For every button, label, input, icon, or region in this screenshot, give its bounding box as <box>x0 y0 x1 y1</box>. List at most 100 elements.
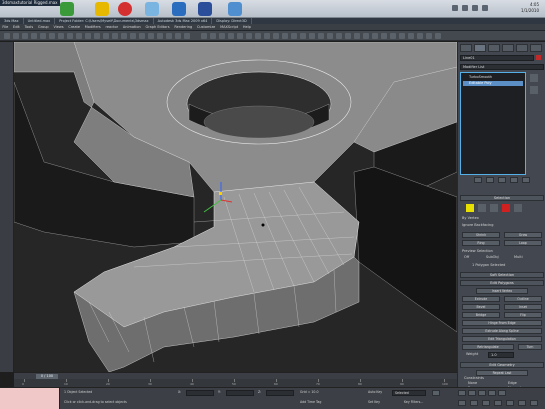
vertex-mode-icon[interactable] <box>466 204 474 212</box>
go-to-start-icon[interactable] <box>458 390 466 396</box>
zoom-all-icon[interactable] <box>470 400 478 406</box>
tray-network-icon[interactable] <box>452 5 458 11</box>
explorer-icon[interactable] <box>228 2 242 16</box>
hinge-from-edge-button[interactable]: Hinge From Edge <box>462 320 542 326</box>
toolbar-button[interactable] <box>31 33 37 39</box>
weight-spinner[interactable]: 1.0 <box>488 352 514 358</box>
toolbar-button[interactable] <box>399 33 405 39</box>
toolbar-button[interactable] <box>49 33 55 39</box>
media-icon[interactable] <box>172 2 186 16</box>
perspective-viewport[interactable] <box>14 42 457 372</box>
z-coordinate-field[interactable] <box>266 390 294 396</box>
trackbar[interactable]: 0 10 20 30 40 50 60 70 80 90 100 <box>14 379 457 387</box>
turn-button[interactable]: Turn <box>518 344 542 350</box>
object-color-swatch[interactable] <box>536 55 541 60</box>
zoom-icon[interactable] <box>458 400 466 406</box>
toolbar-button[interactable] <box>148 33 154 39</box>
loop-button[interactable]: Loop <box>504 240 542 246</box>
extrude-button[interactable]: Extrude <box>462 296 500 302</box>
auto-key-button[interactable]: Auto Key <box>368 390 382 395</box>
preview-subobj-radio[interactable]: SubObj <box>486 255 499 260</box>
tab-hierarchy[interactable] <box>488 44 500 52</box>
fov-icon[interactable] <box>494 400 502 406</box>
menu-item-modifiers[interactable]: Modifiers <box>82 24 103 30</box>
maximize-viewport-icon[interactable] <box>530 400 538 406</box>
tray-power-icon[interactable] <box>482 5 488 11</box>
toolbar-button[interactable] <box>228 33 234 39</box>
preview-multi-radio[interactable]: Multi <box>514 255 523 260</box>
toolbar-button[interactable] <box>67 33 73 39</box>
ring-button[interactable]: Ring <box>462 240 500 246</box>
menu-item-group[interactable]: Group <box>36 24 51 30</box>
pin-stack-icon[interactable] <box>530 74 538 82</box>
edge-mode-icon[interactable] <box>478 204 486 212</box>
toolbar-button[interactable] <box>237 33 243 39</box>
polygon-mode-icon[interactable] <box>502 204 510 212</box>
toolbar-button[interactable] <box>85 33 91 39</box>
preview-off-radio[interactable]: Off <box>464 255 469 260</box>
toolbar-button[interactable] <box>363 33 369 39</box>
bevel-button[interactable]: Bevel <box>462 304 500 310</box>
selected-dropdown[interactable]: Selected <box>392 390 426 396</box>
flip-button[interactable]: Flip <box>504 312 542 318</box>
rollout-selection[interactable]: Selection <box>460 195 544 201</box>
time-slider[interactable]: 0 / 100 <box>14 372 457 379</box>
toolbar-button[interactable] <box>210 33 216 39</box>
retriangulate-button[interactable]: Retriangulate <box>462 344 514 350</box>
toolbar-button[interactable] <box>112 33 118 39</box>
toolbar-button[interactable] <box>300 33 306 39</box>
show-end-result-icon[interactable] <box>530 86 538 94</box>
by-vertex-label[interactable]: By Vertex <box>462 216 479 221</box>
toolbar-button[interactable] <box>139 33 145 39</box>
toolbar-button[interactable] <box>103 33 109 39</box>
rollout-soft-selection[interactable]: Soft Selection <box>460 272 544 278</box>
toolbar-button[interactable] <box>327 33 333 39</box>
menu-item-customize[interactable]: Customize <box>195 24 218 30</box>
go-to-end-icon[interactable] <box>498 390 506 396</box>
app-icon[interactable] <box>60 2 74 16</box>
toolbar-button[interactable] <box>417 33 423 39</box>
orbit-icon[interactable] <box>518 400 526 406</box>
menu-item-graph-editors[interactable]: Graph Editors <box>143 24 172 30</box>
toolbar-button[interactable] <box>130 33 136 39</box>
zoom-extents-icon[interactable] <box>482 400 490 406</box>
insert-vertex-button[interactable]: Insert Vertex <box>476 288 528 294</box>
toolbar-button[interactable] <box>345 33 351 39</box>
tab-motion[interactable] <box>502 44 514 52</box>
toolbar-button[interactable] <box>381 33 387 39</box>
toolbar-button[interactable] <box>309 33 315 39</box>
pan-icon[interactable] <box>506 400 514 406</box>
menu-item-maxscript[interactable]: MAXScript <box>218 24 241 30</box>
toolbar-button[interactable] <box>408 33 414 39</box>
toolbar-button[interactable] <box>291 33 297 39</box>
skype-icon[interactable] <box>145 2 159 16</box>
rollout-edit-polygons[interactable]: Edit Polygons <box>460 280 544 286</box>
next-frame-icon[interactable] <box>488 390 496 396</box>
pin-icon[interactable] <box>474 177 482 183</box>
maxscript-listener[interactable] <box>0 388 60 409</box>
stack-item-editable-poly[interactable]: Editable Poly <box>463 81 523 86</box>
opera-icon[interactable] <box>118 2 132 16</box>
toolbar-button[interactable] <box>282 33 288 39</box>
outline-button[interactable]: Outline <box>504 296 542 302</box>
toolbar-button[interactable] <box>166 33 172 39</box>
configure-icon[interactable] <box>522 177 530 183</box>
shrink-button[interactable]: Shrink <box>462 232 500 238</box>
x-coordinate-field[interactable] <box>186 390 214 396</box>
toolbar-button[interactable] <box>255 33 261 39</box>
make-unique-icon[interactable] <box>498 177 506 183</box>
toolbar-button[interactable] <box>318 33 324 39</box>
menu-item-rendering[interactable]: Rendering <box>172 24 195 30</box>
toolbar-button[interactable] <box>13 33 19 39</box>
toolbar-button[interactable] <box>426 33 432 39</box>
menu-item-tools[interactable]: Tools <box>22 24 35 30</box>
toolbar-button[interactable] <box>76 33 82 39</box>
y-coordinate-field[interactable] <box>226 390 254 396</box>
play-icon[interactable] <box>478 390 486 396</box>
set-key-button[interactable]: Set Key <box>368 400 380 405</box>
menu-item-help[interactable]: Help <box>240 24 253 30</box>
tab-utilities[interactable] <box>530 44 542 52</box>
remove-modifier-icon[interactable] <box>510 177 518 183</box>
toolbar-button[interactable] <box>273 33 279 39</box>
toolbar-button[interactable] <box>336 33 342 39</box>
